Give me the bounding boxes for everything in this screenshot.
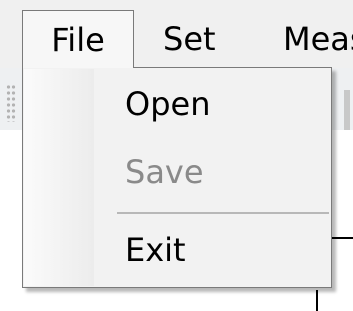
- menu-measure[interactable]: Meas: [283, 10, 353, 68]
- menu-set[interactable]: Set: [163, 10, 216, 68]
- menu-item-save: Save: [125, 153, 204, 191]
- menu-file[interactable]: File: [22, 10, 134, 68]
- toolbar-button-edge: [344, 90, 350, 130]
- plot-axis-line: [316, 290, 318, 311]
- toolbar-grip-icon[interactable]: [6, 84, 16, 122]
- menu-item-exit[interactable]: Exit: [125, 230, 186, 270]
- menu-icon-gutter: [24, 69, 94, 286]
- file-dropdown-menu: Open Save Exit: [22, 67, 332, 288]
- menu-item-open[interactable]: Open: [125, 84, 210, 124]
- menu-separator: [117, 212, 329, 214]
